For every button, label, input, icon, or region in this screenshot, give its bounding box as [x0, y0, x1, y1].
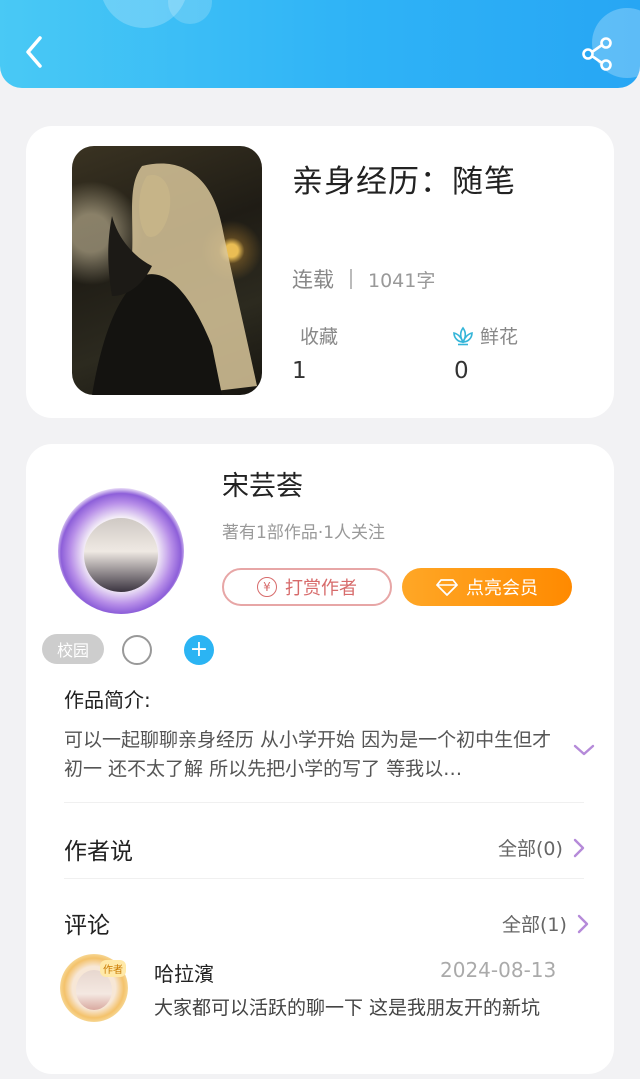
comment-text[interactable]: 大家都可以活跃的聊一下 这是我朋友开的新坑: [154, 994, 574, 1023]
activate-vip-label: 点亮会员: [466, 578, 538, 599]
expand-intro-button[interactable]: [572, 742, 596, 758]
chevron-left-icon: [26, 36, 42, 68]
comments-all-link[interactable]: 全部(1): [502, 910, 589, 937]
author-says-all-label: 全部(0): [498, 838, 563, 860]
author-avatar[interactable]: [58, 488, 184, 614]
lotus-icon: [453, 326, 473, 345]
serialization-status: 连载: [292, 268, 334, 292]
activate-vip-button[interactable]: 点亮会员: [402, 568, 572, 606]
flowers-label: 鲜花: [480, 326, 519, 348]
divider: [64, 878, 584, 879]
share-button[interactable]: [580, 36, 616, 72]
flowers-button[interactable]: 鲜花: [452, 322, 518, 349]
author-says-all-link[interactable]: 全部(0): [498, 834, 585, 861]
commenter-name[interactable]: 哈拉濱: [154, 958, 214, 987]
chevron-right-icon: [573, 838, 585, 857]
author-details-card: 宋芸荟 著有1部作品·1人关注 ¥ 打赏作者 点亮会员 校园 + 作品简介: 可…: [26, 444, 614, 1074]
comments-title: 评论: [64, 913, 110, 939]
add-tag-button[interactable]: +: [184, 635, 214, 665]
genre-tag[interactable]: 校园: [42, 634, 104, 664]
top-bar: [0, 0, 640, 88]
back-button[interactable]: [20, 34, 50, 70]
author-meta: 著有1部作品·1人关注: [222, 523, 386, 543]
author-name[interactable]: 宋芸荟: [222, 464, 303, 503]
empty-circle-icon[interactable]: [122, 635, 152, 665]
favorites-label: 收藏: [300, 326, 339, 348]
book-status-row: 连载 1041字: [292, 264, 435, 294]
divider: [64, 802, 584, 803]
share-icon: [582, 37, 612, 71]
author-badge: 作者: [100, 960, 126, 977]
diamond-icon: [436, 579, 458, 596]
chevron-down-icon: [573, 744, 595, 756]
comments-all-label: 全部(1): [502, 914, 567, 936]
comment-date: 2024-08-13: [440, 958, 557, 982]
word-count: 1041字: [368, 269, 436, 292]
author-photo: [84, 518, 158, 592]
tip-author-button[interactable]: ¥ 打赏作者: [222, 568, 392, 606]
tip-author-label: 打赏作者: [285, 578, 357, 599]
favorites-count: 1: [292, 358, 307, 384]
flowers-count: 0: [454, 358, 469, 384]
book-info-card: 亲身经历：随笔 连载 1041字 收藏 1 鲜花 0: [26, 126, 614, 418]
book-cover-image[interactable]: [72, 146, 262, 395]
intro-title: 作品简介:: [64, 688, 151, 712]
author-says-title: 作者说: [64, 839, 133, 865]
chevron-right-icon: [577, 914, 589, 933]
divider: [350, 269, 352, 289]
commenter-avatar[interactable]: 作者: [60, 954, 128, 1022]
decorative-bubble: [168, 0, 212, 24]
cover-artwork: [92, 163, 257, 395]
intro-text: 可以一起聊聊亲身经历 从小学开始 因为是一个初中生但才初一 还不太了解 所以先把…: [64, 729, 552, 780]
yen-icon: ¥: [257, 577, 277, 597]
book-title: 亲身经历：随笔: [292, 164, 516, 200]
